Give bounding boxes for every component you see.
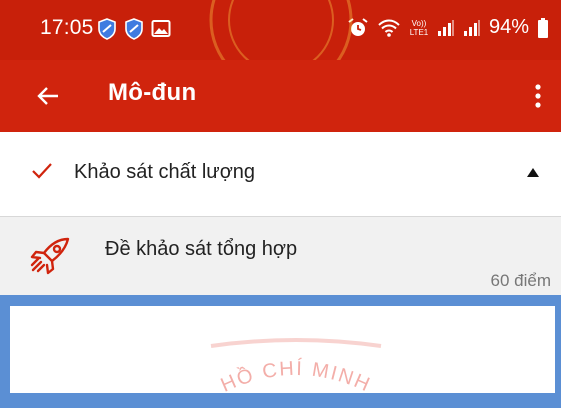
blue-frame: HỒ CHÍ MINH: [0, 295, 561, 408]
image-icon: [151, 18, 171, 40]
arrow-left-icon: [37, 87, 58, 105]
battery-percent: 94%: [488, 16, 529, 38]
app-screen: 17:05 Vo)) LTE1 94% Mô-đun Khảo sát chất…: [0, 0, 561, 408]
module-item[interactable]: Đề khảo sát tổng hợp 60 điểm: [0, 217, 561, 295]
alarm-icon: [347, 17, 369, 39]
signal-icon: [463, 19, 481, 37]
network-label: Vo)) LTE1: [409, 18, 429, 37]
shield-app-icon: [97, 18, 117, 40]
signal-icon: [437, 19, 455, 37]
back-button[interactable]: [30, 78, 66, 114]
section-title: Khảo sát chất lượng: [74, 161, 256, 183]
app-bar: Mô-đun: [0, 60, 561, 132]
collapse-triangle-icon[interactable]: [527, 168, 539, 177]
more-options-button[interactable]: [523, 78, 553, 114]
battery-icon: [537, 17, 549, 39]
shield-app-icon: [124, 18, 144, 40]
more-vertical-icon: [535, 84, 541, 108]
section-header[interactable]: Khảo sát chất lượng: [0, 132, 561, 216]
wifi-icon: [377, 18, 401, 38]
status-bar: 17:05 Vo)) LTE1 94%: [0, 0, 561, 60]
module-title: Đề khảo sát tổng hợp: [105, 238, 298, 260]
module-points: 60 điểm: [490, 271, 551, 290]
notification-icons: [97, 18, 171, 40]
check-icon: [32, 163, 52, 179]
rocket-icon: [30, 237, 70, 275]
svg-text:HỒ CHÍ MINH: HỒ CHÍ MINH: [218, 357, 375, 393]
content-panel: HỒ CHÍ MINH: [10, 306, 555, 393]
watermark-logo-bottom: HỒ CHÍ MINH: [210, 338, 382, 393]
watermark-text: HỒ CHÍ MINH: [218, 357, 373, 393]
system-icons: Vo)) LTE1 94%: [347, 16, 549, 39]
status-time: 17:05: [40, 16, 94, 39]
page-title: Mô-đun: [108, 79, 197, 106]
